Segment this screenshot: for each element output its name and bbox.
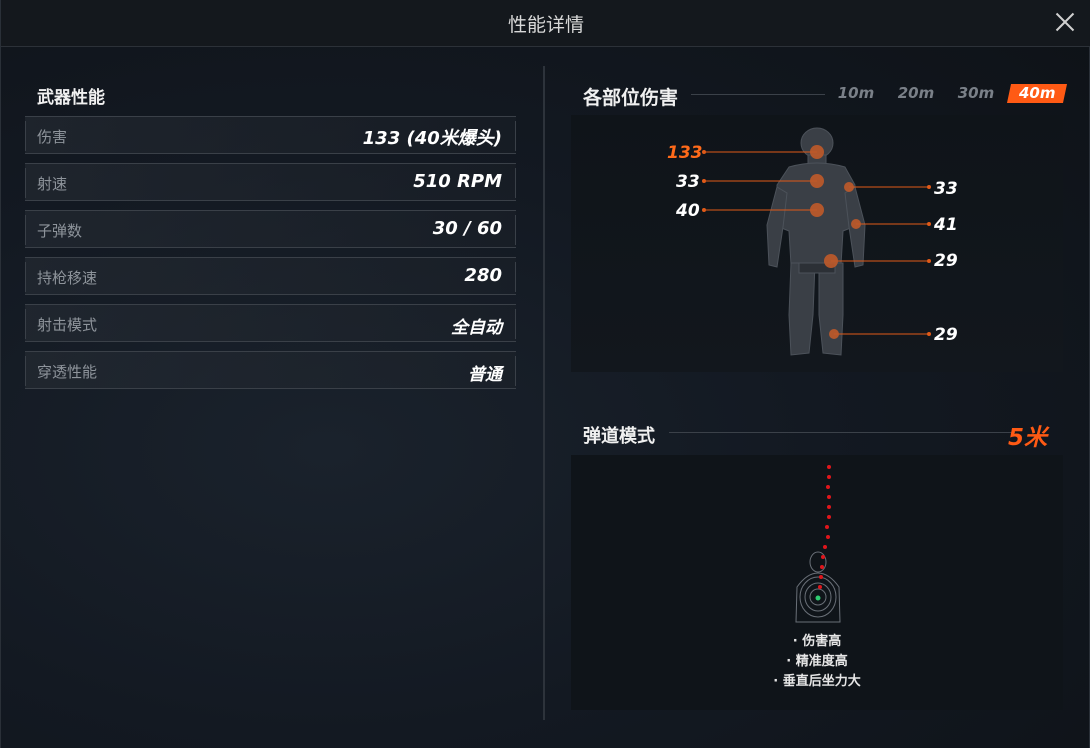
header-divider bbox=[669, 432, 1015, 433]
damage-arm-upper: 33 bbox=[934, 179, 958, 199]
close-icon[interactable] bbox=[1053, 10, 1077, 34]
weapon-stats-title: 武器性能 bbox=[37, 88, 105, 108]
stat-row-damage: 伤害 133 (40米爆头) bbox=[25, 116, 516, 154]
damage-stomach: 29 bbox=[934, 251, 958, 271]
leg-hit-marker bbox=[829, 329, 839, 339]
tab-40m-label: 40m bbox=[1018, 84, 1056, 102]
damage-chest-upper: 33 bbox=[676, 172, 700, 192]
modal-title: 性能详情 bbox=[507, 14, 584, 36]
chest-lower-hit-marker bbox=[810, 203, 824, 217]
stat-value: 全自动 bbox=[451, 318, 502, 338]
trajectory-title: 弹道模式 bbox=[583, 426, 655, 447]
trajectory-traits: · 伤害高 · 精准度高 · 垂直后坐力大 bbox=[571, 632, 1063, 692]
stat-value: 280 bbox=[464, 265, 502, 286]
trait-item: · 伤害高 bbox=[792, 634, 842, 649]
title-bar: 性能详情 bbox=[1, 0, 1090, 47]
stat-row-move-speed: 持枪移速 280 bbox=[25, 257, 516, 295]
performance-details-modal: 性能详情 武器性能 伤害 133 (40米爆头) 射速 510 RPM 子弹数 … bbox=[0, 0, 1090, 748]
soldier-figure bbox=[702, 127, 931, 356]
panel-divider bbox=[543, 66, 545, 720]
soldier-silhouette-icon bbox=[766, 127, 866, 356]
stat-label: 持枪移速 bbox=[37, 269, 98, 287]
stat-row-fire-mode: 射击模式 全自动 bbox=[25, 304, 516, 342]
tab-20m[interactable]: 20m bbox=[888, 84, 944, 103]
tab-30m[interactable]: 30m bbox=[948, 84, 1004, 103]
arm-lower-hit-marker bbox=[851, 219, 861, 229]
stat-label: 射速 bbox=[37, 175, 68, 193]
stat-row-penetration: 穿透性能 普通 bbox=[25, 351, 516, 389]
body-damage-title: 各部位伤害 bbox=[583, 87, 679, 109]
damage-leg: 29 bbox=[934, 325, 958, 345]
stat-row-fire-rate: 射速 510 RPM bbox=[25, 163, 516, 201]
tab-40m[interactable]: 40m bbox=[1006, 84, 1068, 103]
stomach-hit-marker bbox=[824, 254, 838, 268]
body-damage-panel: 133 33 40 33 41 29 29 bbox=[571, 115, 1063, 372]
damage-arm-lower: 41 bbox=[934, 215, 958, 235]
stat-value: 普通 bbox=[468, 365, 502, 385]
recoil-dots bbox=[818, 465, 831, 589]
head-hit-marker bbox=[810, 145, 824, 159]
trait-item: · 垂直后坐力大 bbox=[773, 674, 861, 689]
arm-upper-hit-marker bbox=[844, 182, 854, 192]
trajectory-distance: 5米 bbox=[1007, 425, 1047, 451]
tab-10m[interactable]: 10m bbox=[828, 84, 884, 103]
stat-value: 133 (40米爆头) bbox=[362, 128, 502, 149]
aim-point-icon bbox=[815, 595, 821, 601]
stat-row-ammo: 子弹数 30 / 60 bbox=[25, 210, 516, 248]
stat-label: 射击模式 bbox=[37, 316, 98, 334]
stat-label: 伤害 bbox=[37, 128, 68, 146]
trait-item: · 精准度高 bbox=[786, 654, 848, 669]
damage-head: 133 bbox=[667, 143, 703, 163]
chest-upper-hit-marker bbox=[810, 174, 824, 188]
stat-value: 30 / 60 bbox=[432, 218, 502, 239]
stat-label: 子弹数 bbox=[37, 222, 83, 240]
stat-label: 穿透性能 bbox=[37, 363, 98, 381]
damage-chest-lower: 40 bbox=[676, 201, 700, 221]
header-divider bbox=[691, 94, 825, 95]
stat-value: 510 RPM bbox=[413, 171, 502, 192]
